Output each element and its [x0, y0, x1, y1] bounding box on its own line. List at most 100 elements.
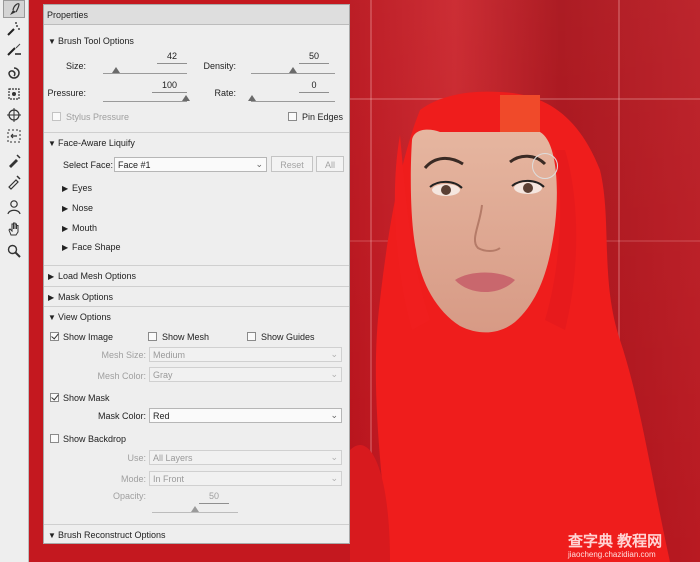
mesh-color-dropdown[interactable]: Gray ⌄: [149, 367, 342, 382]
size-label: Size:: [65, 61, 86, 71]
pressure-slider-track[interactable]: [103, 101, 187, 102]
subsection-label: Eyes: [72, 183, 93, 193]
all-button[interactable]: All: [316, 156, 344, 172]
face-tool-icon[interactable]: [3, 198, 25, 216]
select-face-dropdown[interactable]: Face #1 ⌄: [114, 157, 267, 172]
watermark-url: jiaocheng.chazidian.com: [568, 550, 656, 559]
use-value: All Layers: [153, 453, 193, 463]
expanded-triangle-icon: ▼: [48, 313, 56, 322]
mouth-subsection[interactable]: ▶ Mouth: [62, 223, 97, 233]
nose-subsection[interactable]: ▶ Nose: [62, 203, 93, 213]
size-input[interactable]: 42: [157, 51, 187, 64]
mask-color-value: Red: [153, 411, 170, 421]
mesh-size-value: Medium: [153, 350, 186, 360]
rate-input[interactable]: 0: [299, 80, 329, 93]
zoom-tool-icon[interactable]: [3, 242, 25, 260]
collapsed-triangle-icon: ▶: [62, 184, 69, 193]
freeze-mask-tool-icon[interactable]: [3, 152, 25, 170]
section-label: Load Mesh Options: [58, 271, 137, 281]
view-options-header[interactable]: ▼ View Options: [44, 306, 349, 326]
opacity-slider-thumb[interactable]: [191, 506, 199, 512]
density-slider-track[interactable]: [251, 73, 335, 74]
face-aware-liquify-header[interactable]: ▼ Face-Aware Liquify: [44, 132, 349, 152]
properties-panel: Properties ▼ Brush Tool Options Size: 42 …: [43, 4, 350, 544]
rate-label: Rate:: [214, 88, 236, 98]
show-mask-checkbox[interactable]: [50, 393, 59, 402]
mask-options-header[interactable]: ▶ Mask Options: [44, 286, 349, 306]
chevron-down-icon: ⌄: [330, 452, 338, 462]
show-image-checkbox[interactable]: [50, 332, 59, 341]
mask-color-dropdown[interactable]: Red ⌄: [149, 408, 342, 423]
use-dropdown[interactable]: All Layers ⌄: [149, 450, 342, 465]
push-left-tool-icon[interactable]: [3, 127, 25, 145]
select-face-value: Face #1: [118, 160, 151, 170]
reconstruct-tool-icon[interactable]: [3, 20, 25, 38]
opacity-slider-track[interactable]: [152, 512, 238, 513]
mesh-size-dropdown[interactable]: Medium ⌄: [149, 347, 342, 362]
density-label: Density:: [203, 61, 236, 71]
forward-warp-tool-icon[interactable]: [3, 0, 25, 18]
subsection-label: Mouth: [72, 223, 98, 233]
expanded-triangle-icon: ▼: [48, 531, 56, 540]
show-image-label: Show Image: [63, 332, 114, 342]
panel-title: Properties: [44, 5, 349, 25]
brush-tool-options-header[interactable]: ▼ Brush Tool Options: [44, 31, 349, 51]
subsection-label: Face Shape: [72, 242, 121, 252]
twirl-clockwise-tool-icon[interactable]: [3, 64, 25, 82]
section-label: Brush Tool Options: [58, 36, 134, 46]
bloat-tool-icon[interactable]: [3, 106, 25, 124]
reset-button[interactable]: Reset: [271, 156, 313, 172]
chevron-down-icon: ⌄: [255, 159, 263, 169]
collapsed-triangle-icon: ▶: [62, 243, 69, 252]
show-backdrop-label: Show Backdrop: [63, 434, 127, 444]
mesh-color-value: Gray: [153, 370, 173, 380]
brush-reconstruct-options-header[interactable]: ▼ Brush Reconstruct Options: [44, 524, 349, 544]
pressure-label: Pressure:: [47, 88, 86, 98]
chevron-down-icon: ⌄: [330, 349, 338, 359]
face-shape-subsection[interactable]: ▶ Face Shape: [62, 242, 121, 252]
show-backdrop-checkbox[interactable]: [50, 434, 59, 443]
mask-color-label: Mask Color:: [97, 411, 146, 421]
pressure-input[interactable]: 100: [152, 80, 187, 93]
pin-edges-label: Pin Edges: [302, 112, 344, 122]
opacity-label: Opacity:: [112, 491, 146, 501]
section-label: View Options: [58, 312, 111, 322]
mode-dropdown[interactable]: In Front ⌄: [149, 471, 342, 486]
chevron-down-icon: ⌄: [330, 473, 338, 483]
pressure-slider-thumb[interactable]: [182, 95, 190, 101]
size-slider-thumb[interactable]: [112, 67, 120, 73]
pin-edges-checkbox[interactable]: [288, 112, 297, 121]
section-label: Mask Options: [58, 292, 114, 302]
rate-slider-track[interactable]: [251, 101, 335, 102]
collapsed-triangle-icon: ▶: [62, 204, 69, 213]
rate-slider-thumb[interactable]: [248, 95, 256, 101]
section-label: Brush Reconstruct Options: [58, 530, 166, 540]
density-input[interactable]: 50: [299, 51, 329, 64]
hand-tool-icon[interactable]: [3, 220, 25, 238]
thaw-mask-tool-icon[interactable]: [3, 173, 25, 191]
stylus-pressure-checkbox[interactable]: [52, 112, 61, 121]
show-mesh-checkbox[interactable]: [148, 332, 157, 341]
subsection-label: Nose: [72, 203, 94, 213]
smooth-tool-icon[interactable]: [3, 40, 25, 58]
select-face-label: Select Face:: [63, 160, 114, 170]
load-mesh-options-header[interactable]: ▶ Load Mesh Options: [44, 265, 349, 285]
pucker-tool-icon[interactable]: [3, 85, 25, 103]
liquify-toolbar: [0, 0, 29, 562]
show-mesh-label: Show Mesh: [162, 332, 210, 342]
size-slider-track[interactable]: [103, 73, 187, 74]
face-image: [394, 129, 577, 333]
expanded-triangle-icon: ▼: [48, 139, 56, 148]
mesh-size-label: Mesh Size:: [101, 350, 146, 360]
stylus-pressure-label: Stylus Pressure: [66, 112, 130, 122]
mode-value: In Front: [153, 474, 185, 484]
chevron-down-icon: ⌄: [330, 369, 338, 379]
image-canvas[interactable]: [350, 0, 700, 562]
opacity-input[interactable]: 50: [199, 491, 229, 504]
density-slider-thumb[interactable]: [289, 67, 297, 73]
show-guides-checkbox[interactable]: [247, 332, 256, 341]
eyes-subsection[interactable]: ▶ Eyes: [62, 183, 92, 193]
mesh-color-label: Mesh Color:: [97, 371, 146, 381]
use-label: Use:: [127, 453, 146, 463]
expanded-triangle-icon: ▼: [48, 37, 56, 46]
